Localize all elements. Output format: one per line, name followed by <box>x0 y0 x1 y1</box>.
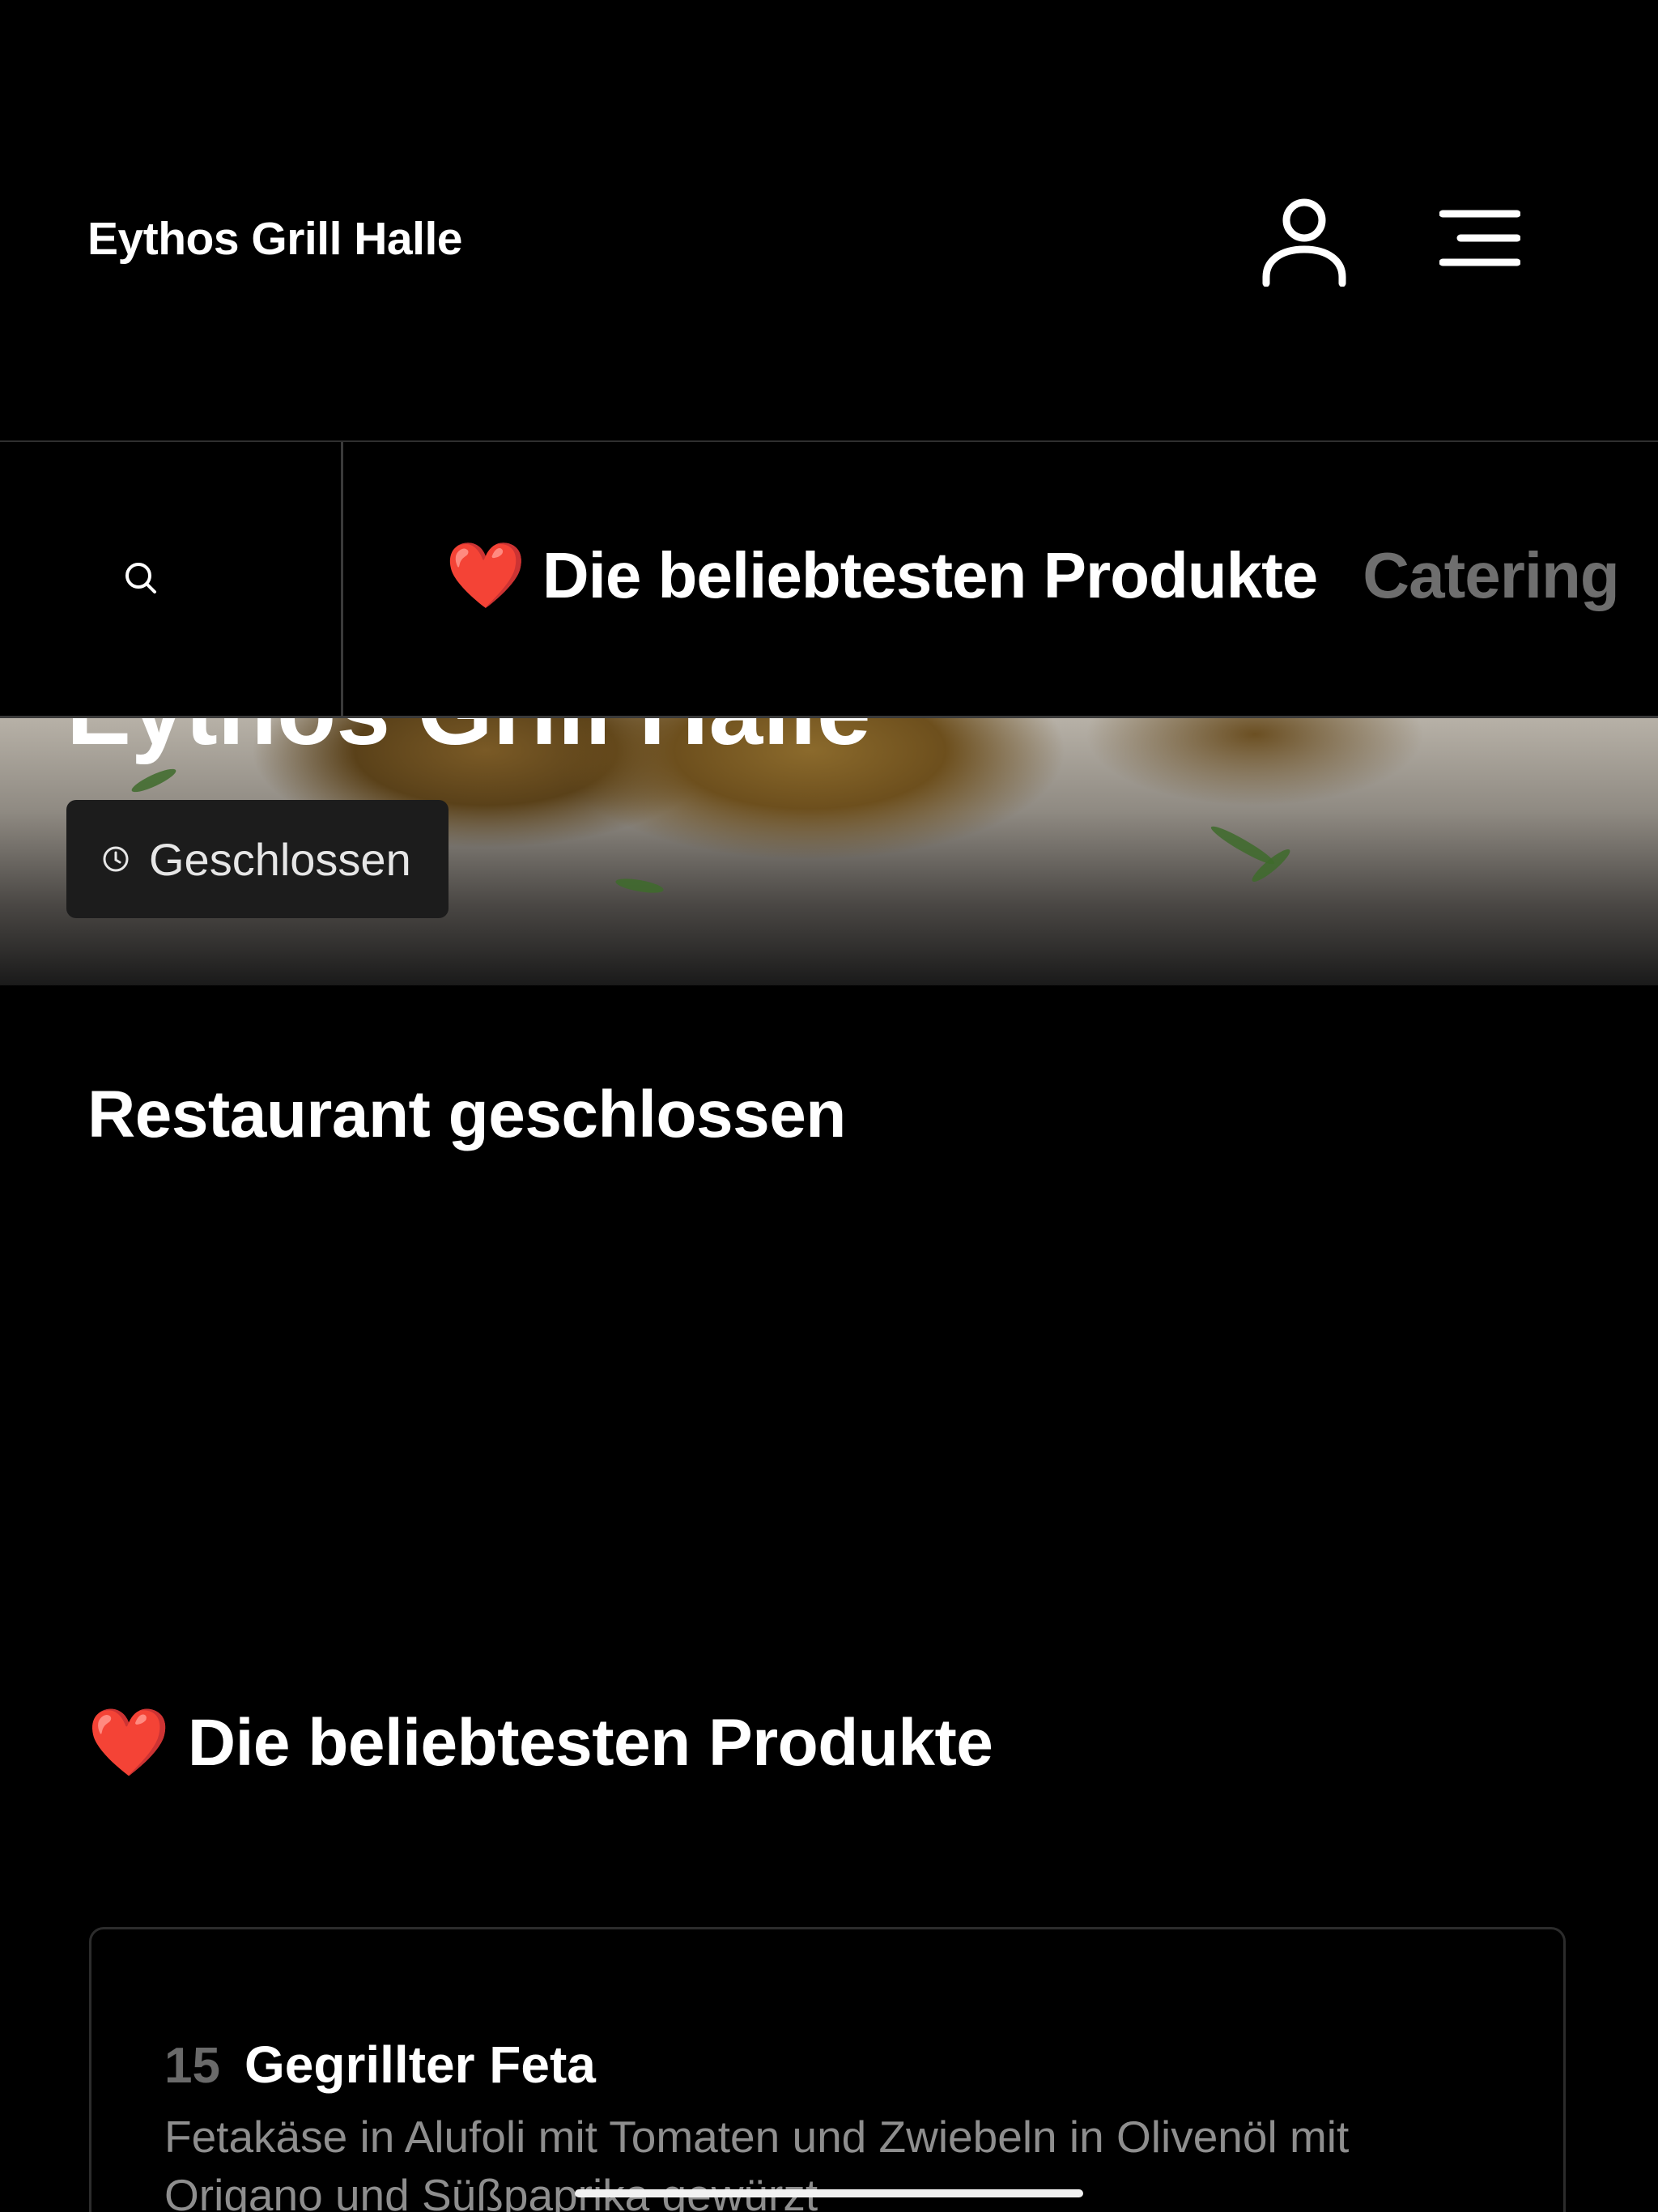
herb-garnish <box>614 875 665 896</box>
category-tab-catering[interactable]: Catering <box>1363 538 1619 613</box>
status-label: Geschlossen <box>149 833 411 885</box>
restaurant-closed-heading: Restaurant geschlossen <box>87 1078 846 1151</box>
home-indicator[interactable] <box>575 2189 1083 2197</box>
clock-icon <box>103 846 129 872</box>
category-tab-beliebteste[interactable]: ❤️ Die beliebtesten Produkte <box>445 538 1318 614</box>
herb-garnish <box>129 764 179 797</box>
category-nav: ❤️ Die beliebtesten Produkte Catering <box>0 442 1658 717</box>
product-number: 15 <box>164 2038 220 2094</box>
product-name: Gegrillter Feta <box>244 2035 596 2094</box>
page: Eythos Grill Halle Eythos Grill Halle Ge… <box>0 0 1658 2212</box>
product-card[interactable]: 15 Gegrillter Feta Fetakäse in Alufoli m… <box>89 1927 1566 2212</box>
search-icon <box>125 563 156 593</box>
section-heading-beliebteste: ❤️ Die beliebtesten Produkte <box>87 1706 993 1780</box>
app-title[interactable]: Eythos Grill Halle <box>87 212 462 266</box>
product-header: 15 Gegrillter Feta <box>164 2035 596 2095</box>
hero-banner: Eythos Grill Halle Geschlossen <box>0 718 1658 985</box>
opening-status-badge[interactable]: Geschlossen <box>66 800 449 918</box>
search-button[interactable] <box>0 442 342 717</box>
nav-divider <box>341 442 343 717</box>
restaurant-name: Eythos Grill Halle <box>66 718 871 767</box>
nav-bottom-border <box>0 716 1658 718</box>
user-icon[interactable] <box>1260 193 1349 287</box>
hamburger-menu-icon[interactable] <box>1439 209 1520 267</box>
app-header: Eythos Grill Halle <box>0 0 1658 441</box>
category-strip: ❤️ Die beliebtesten Produkte Catering <box>445 538 1658 614</box>
